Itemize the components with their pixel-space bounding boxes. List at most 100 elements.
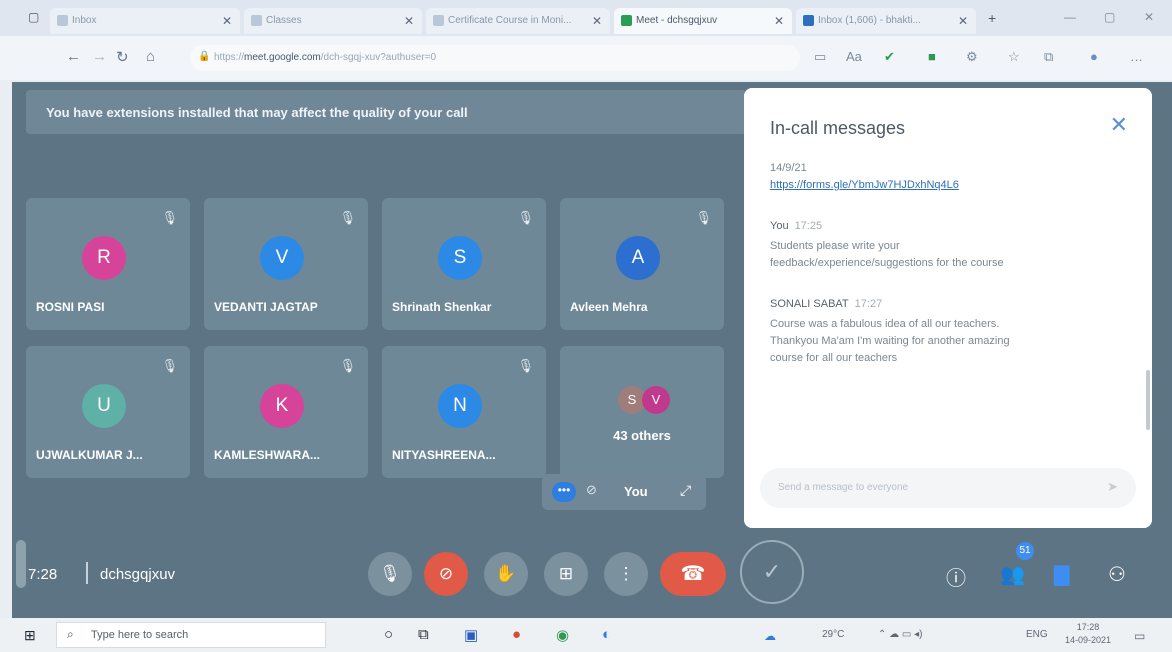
browser-tab-inbox-2[interactable]: Inbox (1,606) - bhakti... ✕ [796,8,976,34]
more-options-button[interactable]: ••• [552,482,576,502]
participant-name: VEDANTI JAGTAP [214,300,318,314]
windows-start-icon[interactable]: ⊞ [24,627,36,644]
participant-tile[interactable]: 🎙 S Shrinath Shenkar [382,198,546,330]
clock[interactable]: 17:28 14-09-2021 [1060,621,1116,647]
camera-icon[interactable]: ▭ [814,49,826,65]
sender-name: You [770,220,789,232]
more-options-button[interactable]: ⋮ [604,552,648,596]
participant-tile[interactable]: 🎙 A Avleen Mehra [560,198,724,330]
weather-temp: 29°C [822,629,845,640]
message-input-placeholder: Send a message to everyone [778,482,909,493]
tray-icons[interactable]: ⌃ ☁ ▭ ◂) [878,629,923,640]
mic-muted-icon: 🎙 [517,210,534,225]
new-tab-icon[interactable]: + [988,10,996,26]
tab-actions-icon[interactable]: ▢ [28,10,39,24]
present-icon: ⊞ [558,564,574,583]
avatar: A [616,236,660,280]
browser-menu-icon[interactable]: … [1130,49,1143,64]
participant-name: KAMLESHWARA... [214,448,320,462]
people-count-badge: 51 [1016,542,1034,560]
browser-tab-inbox[interactable]: Inbox ✕ [50,8,240,34]
mic-muted-icon: 🎙 [161,358,178,373]
collections-icon[interactable]: ⧉ [1044,49,1053,65]
search-icon: ⌕ [67,627,74,641]
mic-muted-icon: 🎙 [339,210,356,225]
leave-call-button[interactable]: ☎ [660,552,726,596]
present-button[interactable]: ⊞ [544,552,588,596]
forward-arrow-icon[interactable]: → [92,48,107,65]
browser-tab-classes[interactable]: Classes ✕ [244,8,422,34]
message-text: course for all our teachers [770,352,898,364]
close-window-icon[interactable]: ✕ [1144,10,1154,24]
back-arrow-icon[interactable]: ← [66,48,81,65]
message-link[interactable]: https://forms.gle/YbmJw7HJDxhNq4L6 [770,177,1110,194]
tab-title: Classes [266,15,302,26]
cortana-icon[interactable]: ○ [384,626,393,643]
chat-icon[interactable]: ▇ [1054,562,1069,587]
camera-off-icon: ⊘ [438,564,454,583]
sender-name: SONALI SABAT [770,298,849,310]
mic-muted-icon: 🎙 [339,358,356,373]
message-input[interactable]: Send a message to everyone ➤ [760,468,1136,508]
chat-scrollbar[interactable] [1146,370,1150,430]
powerpoint-icon[interactable]: ● [512,626,521,643]
activities-icon[interactable]: ⚇ [1108,562,1126,587]
maximize-icon[interactable]: ▢ [1104,10,1115,24]
self-view-tile[interactable]: ••• ⊘ You ⤢ [542,474,706,510]
notifications-icon[interactable]: ▭ [1134,629,1145,643]
participant-name: UJWALKUMAR J... [36,448,143,462]
participant-tile[interactable]: 🎙 K KAMLESHWARA... [204,346,368,478]
mic-icon: 🎙 [379,564,401,583]
edge-icon[interactable]: ◐ [602,626,611,643]
reload-icon[interactable]: ↻ [116,48,129,66]
close-tab-icon[interactable]: ✕ [592,14,602,28]
close-tab-icon[interactable]: ✕ [222,14,232,28]
close-tab-icon[interactable]: ✕ [958,14,968,28]
participant-tile[interactable]: 🎙 U UJWALKUMAR J... [26,346,190,478]
chrome-icon[interactable]: ◉ [556,626,569,644]
participant-tile[interactable]: 🎙 R ROSNI PASI [26,198,190,330]
language-indicator[interactable]: ENG [1026,629,1048,640]
participant-name: Shrinath Shenkar [392,300,492,314]
meeting-time: 7:28 [28,566,58,583]
others-tile[interactable]: S V 43 others [560,346,724,478]
more-vert-icon: ⋮ [617,564,635,583]
participant-tile[interactable]: 🎙 V VEDANTI JAGTAP [204,198,368,330]
people-icon[interactable]: 👥 [1000,562,1025,587]
meet-favicon-icon [621,15,632,26]
camera-button[interactable]: ⊘ [424,552,468,596]
favorites-icon[interactable]: ☆ [1008,49,1020,65]
profile-icon[interactable]: ● [1090,49,1098,64]
browser-tab-meet[interactable]: Meet - dchsgqjxuv ✕ [614,8,792,34]
tab-title: Inbox (1,606) - bhakti... [818,15,921,26]
address-bar-row: ← → ↻ ⌂ 🔒 https://meet.google.com/dch-sg… [0,36,1172,80]
mic-muted-icon: 🎙 [161,210,178,225]
extension-green-icon[interactable]: ■ [928,49,936,64]
raise-hand-button[interactable]: ✋ [484,552,528,596]
word-icon[interactable]: ▣ [464,626,478,644]
participant-tile[interactable]: 🎙 N NITYASHREENA... [382,346,546,478]
pin-icon[interactable]: ⊘ [586,482,597,498]
avatar: R [82,236,126,280]
microphone-button[interactable]: 🎙 [368,552,412,596]
url-field[interactable]: 🔒 https://meet.google.com/dch-sgqj-xuv?a… [190,45,800,71]
browser-tab-course[interactable]: Certificate Course in Moni... ✕ [426,8,610,34]
minimize-icon[interactable]: — [1064,10,1076,24]
send-icon[interactable]: ➤ [1107,479,1118,495]
taskbar-search[interactable]: ⌕ Type here to search [56,622,326,648]
close-icon[interactable]: ✕ [1110,112,1128,138]
reading-mode-icon[interactable]: Aa [846,49,862,64]
close-tab-icon[interactable]: ✕ [404,14,414,28]
task-view-icon[interactable]: ⧉ [418,626,429,643]
expand-icon[interactable]: ⤢ [680,482,691,499]
extension-icon[interactable]: ⚙ [966,49,978,65]
weather-icon: ☁ [764,629,776,643]
close-tab-icon[interactable]: ✕ [774,14,784,28]
favorite-check-icon[interactable]: ✔ [884,49,895,65]
info-icon[interactable]: ⓘ [946,562,966,591]
clock-date: 14-09-2021 [1064,635,1112,645]
home-icon[interactable]: ⌂ [146,48,155,65]
hangup-icon: ☎ [680,563,706,585]
message-group: SONALI SABAT 17:27 Course was a fabulous … [770,298,1110,367]
message-sender: SONALI SABAT 17:27 [770,298,1110,310]
